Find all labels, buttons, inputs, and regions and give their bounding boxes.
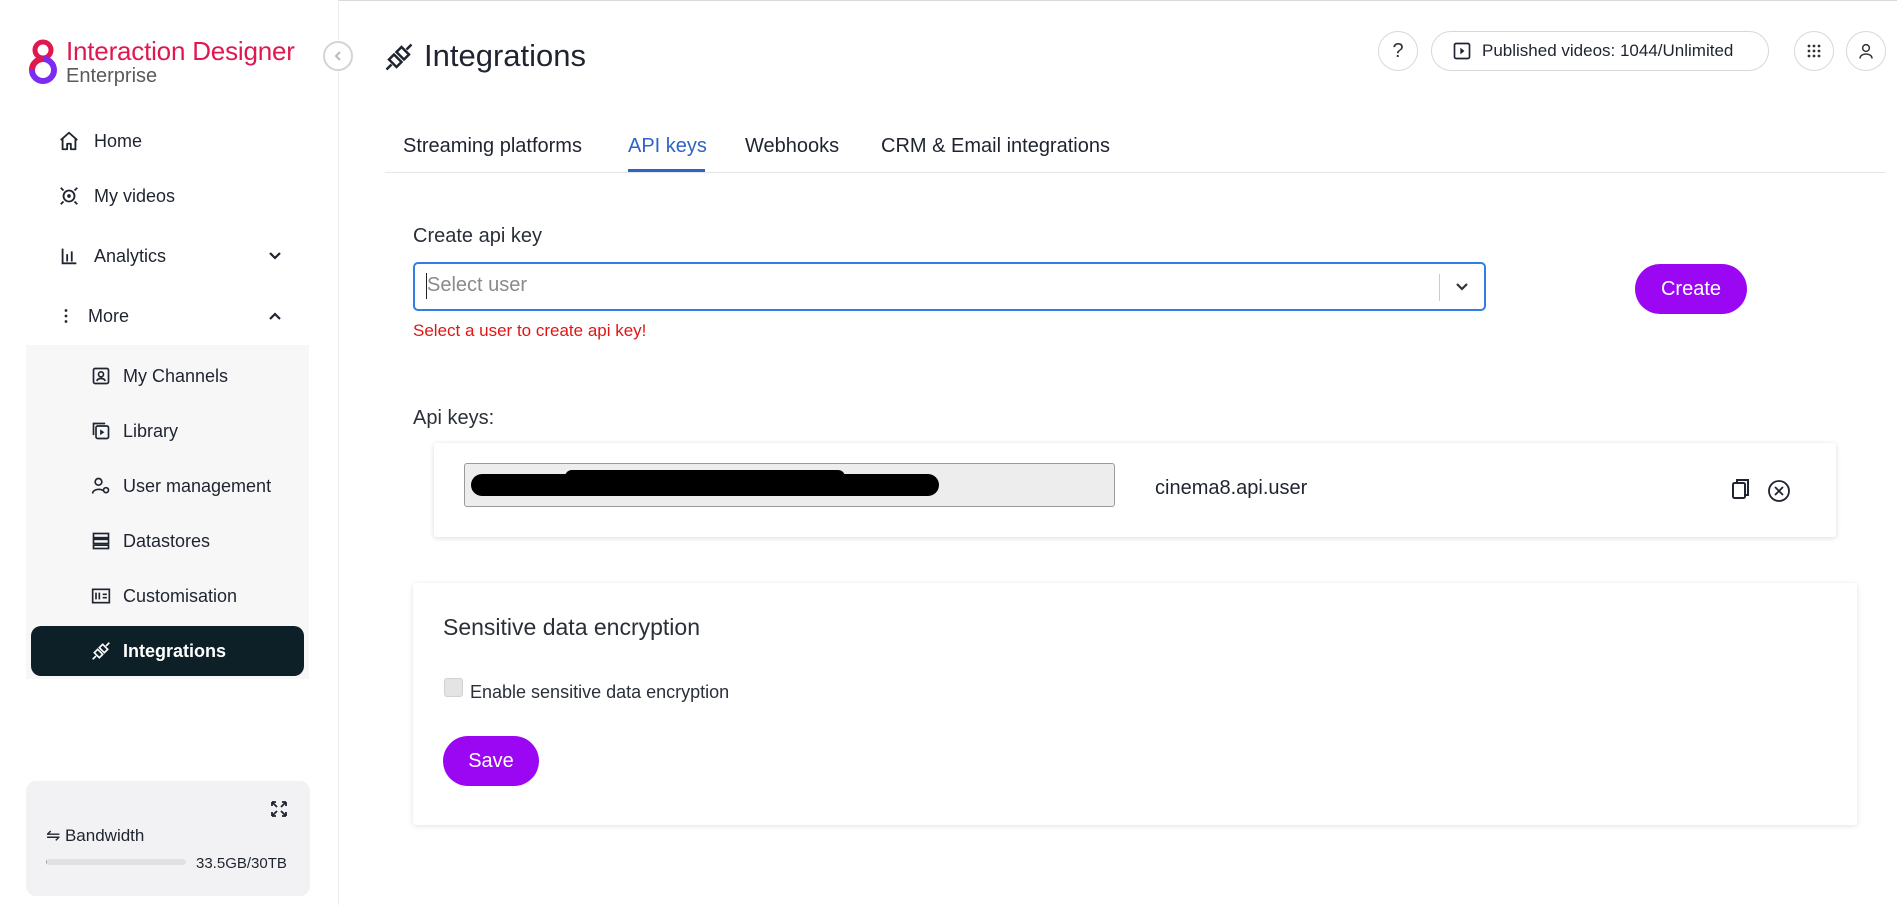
video-play-icon <box>1453 42 1471 60</box>
sidebar-item-customisation[interactable]: Customisation <box>91 579 237 613</box>
user-management-icon <box>91 477 110 494</box>
datastores-icon <box>92 532 110 550</box>
sidebar-item-label: Home <box>94 130 143 151</box>
create-api-key-label: Create api key <box>413 225 542 247</box>
sidebar-item-more[interactable]: More <box>58 299 129 333</box>
select-user-placeholder[interactable]: Select user <box>427 274 527 297</box>
library-icon <box>92 422 110 440</box>
channels-icon <box>92 367 110 385</box>
redaction-mark <box>565 470 845 484</box>
videos-icon <box>60 187 78 205</box>
tab-api-keys[interactable]: API keys <box>628 135 707 158</box>
more-chevron-up-icon[interactable] <box>263 304 287 328</box>
tab-crm-email-integrations[interactable]: CRM & Email integrations <box>881 135 1110 158</box>
api-key-user: cinema8.api.user <box>1155 477 1308 499</box>
enable-encryption-checkbox[interactable] <box>444 678 463 697</box>
delete-circle-x-icon[interactable] <box>1767 479 1791 503</box>
brand-logo-icon <box>29 39 57 84</box>
user-account-button[interactable] <box>1846 31 1886 71</box>
customisation-icon <box>91 588 111 604</box>
integrations-icon <box>385 43 413 71</box>
brand-subtitle: Enterprise <box>66 65 158 87</box>
tab-webhooks[interactable]: Webhooks <box>745 135 839 158</box>
published-videos-badge[interactable]: Published videos: 1044/Unlimited <box>1431 31 1769 71</box>
sidebar-item-label: User management <box>123 475 272 496</box>
home-icon <box>60 131 78 151</box>
sidebar-item-library[interactable]: Library <box>91 414 178 448</box>
active-tab-indicator <box>628 169 705 172</box>
chevron-down-icon[interactable] <box>1451 276 1473 298</box>
api-keys-label: Api keys: <box>413 407 495 429</box>
tab-streaming-platforms[interactable]: Streaming platforms <box>403 135 582 158</box>
published-videos-text: Published videos: 1044/Unlimited <box>1482 41 1734 60</box>
sidebar-item-my-channels[interactable]: My Channels <box>91 359 228 393</box>
sidebar: Interaction Designer Enterprise Home My … <box>0 0 339 905</box>
copy-icon[interactable] <box>1730 478 1752 502</box>
sidebar-item-label: Datastores <box>123 530 211 551</box>
select-user-dropdown[interactable]: Select user <box>413 262 1486 311</box>
collapse-sidebar-button[interactable] <box>323 41 353 71</box>
sidebar-item-label: More <box>88 305 130 326</box>
sidebar-item-label: My Channels <box>123 365 229 386</box>
sidebar-item-integrations[interactable]: Integrations <box>91 634 226 668</box>
select-user-error: Select a user to create api key! <box>413 321 647 340</box>
analytics-chevron-down-icon[interactable] <box>263 244 287 268</box>
expand-icon[interactable] <box>270 800 288 818</box>
encryption-title: Sensitive data encryption <box>443 614 700 640</box>
api-key-field[interactable] <box>464 463 1115 507</box>
bandwidth-progress-bar <box>46 859 186 865</box>
sidebar-item-my-videos[interactable]: My videos <box>58 179 175 213</box>
create-button[interactable]: Create <box>1635 264 1747 314</box>
help-button[interactable]: ? <box>1378 31 1418 71</box>
brand-title: Interaction Designer <box>66 36 295 66</box>
save-button[interactable]: Save <box>443 736 539 786</box>
bandwidth-value: 33.5GB/30TB <box>196 855 287 872</box>
tabs-divider <box>385 172 1885 173</box>
sidebar-item-label: Analytics <box>94 245 167 266</box>
page-title: Integrations <box>424 38 586 73</box>
sidebar-item-user-management[interactable]: User management <box>91 469 271 503</box>
sidebar-item-label: Library <box>123 420 179 441</box>
integrations-icon <box>92 642 110 660</box>
apps-button[interactable] <box>1794 31 1834 71</box>
sidebar-item-label: Customisation <box>123 585 238 606</box>
bandwidth-label: ⇋ Bandwidth <box>46 826 145 845</box>
sidebar-item-datastores[interactable]: Datastores <box>91 524 210 558</box>
sidebar-item-label: Integrations <box>123 640 227 661</box>
select-divider <box>1439 274 1440 301</box>
sidebar-item-label: My videos <box>94 185 176 206</box>
chevron-left-icon <box>334 51 341 61</box>
more-icon <box>64 309 68 323</box>
user-icon <box>1859 43 1873 59</box>
enable-encryption-label[interactable]: Enable sensitive data encryption <box>470 682 729 703</box>
analytics-icon <box>61 248 77 265</box>
sidebar-item-analytics[interactable]: Analytics <box>58 239 166 273</box>
sidebar-item-home[interactable]: Home <box>58 124 142 158</box>
grid-icon <box>1807 44 1821 58</box>
